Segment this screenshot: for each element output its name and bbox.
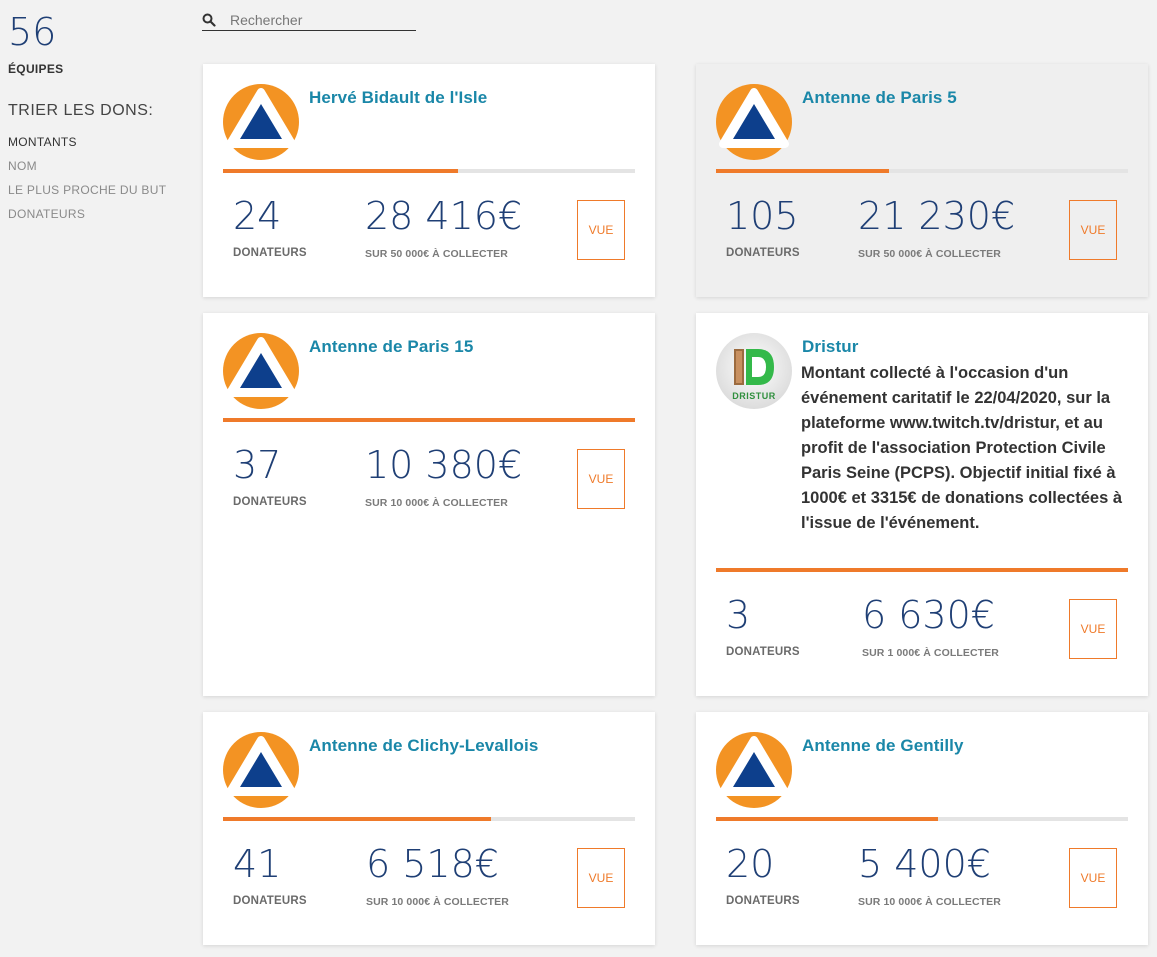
progress-fill bbox=[223, 817, 491, 821]
team-card: Hervé Bidault de l'Isle 24 DONATEURS 28 … bbox=[203, 64, 655, 297]
progress-bar bbox=[716, 817, 1128, 821]
view-button[interactable]: VUE bbox=[1069, 599, 1117, 659]
team-count: 56 bbox=[8, 10, 57, 54]
donor-count: 105 bbox=[726, 194, 799, 238]
goal-text: SUR 50 000€ À COLLECTER bbox=[365, 248, 508, 260]
donor-label: DONATEURS bbox=[233, 247, 307, 259]
team-card: Antenne de Gentilly 20 DONATEURS 5 400€ … bbox=[696, 712, 1148, 945]
progress-bar bbox=[716, 169, 1128, 173]
view-button[interactable]: VUE bbox=[577, 848, 625, 908]
progress-bar bbox=[223, 817, 635, 821]
progress-bar bbox=[223, 418, 635, 422]
protection-civile-logo-icon bbox=[223, 84, 299, 160]
goal-text: SUR 50 000€ À COLLECTER bbox=[858, 248, 1001, 260]
donor-count: 3 bbox=[726, 593, 751, 637]
amount-collected: 10 380€ bbox=[365, 443, 523, 487]
donor-count: 41 bbox=[233, 842, 282, 886]
protection-civile-logo-icon bbox=[716, 732, 792, 808]
progress-bar bbox=[223, 169, 635, 173]
team-card: DRISTUR Dristur Montant collecté à l'occ… bbox=[696, 313, 1148, 696]
team-count-label: ÉQUIPES bbox=[8, 62, 64, 76]
progress-fill bbox=[223, 169, 458, 173]
view-button[interactable]: VUE bbox=[577, 200, 625, 260]
sort-title: TRIER LES DONS: bbox=[8, 102, 154, 119]
sidebar: 56 ÉQUIPES TRIER LES DONS: MONTANTS NOM … bbox=[8, 10, 188, 226]
progress-fill bbox=[716, 568, 1128, 572]
sort-option-donateurs[interactable]: DONATEURS bbox=[8, 202, 188, 226]
team-card: Antenne de Clichy-Levallois 41 DONATEURS… bbox=[203, 712, 655, 945]
team-card: Antenne de Paris 5 105 DONATEURS 21 230€… bbox=[696, 64, 1148, 297]
sort-options: MONTANTS NOM LE PLUS PROCHE DU BUT DONAT… bbox=[8, 130, 188, 226]
team-card: Antenne de Paris 15 37 DONATEURS 10 380€… bbox=[203, 313, 655, 696]
progress-bar bbox=[716, 568, 1128, 572]
sort-option-montants[interactable]: MONTANTS bbox=[8, 130, 188, 154]
search-icon bbox=[202, 13, 216, 27]
donor-count: 20 bbox=[726, 842, 775, 886]
search-bar bbox=[202, 10, 416, 31]
card-title[interactable]: Antenne de Clichy-Levallois bbox=[309, 736, 538, 756]
card-description: Montant collecté à l'occasion d'un événe… bbox=[801, 364, 1123, 532]
sort-option-closest-goal[interactable]: LE PLUS PROCHE DU BUT bbox=[8, 178, 188, 202]
view-button[interactable]: VUE bbox=[577, 449, 625, 509]
protection-civile-logo-icon bbox=[223, 333, 299, 409]
amount-collected: 6 630€ bbox=[862, 593, 995, 637]
amount-collected: 28 416€ bbox=[365, 194, 523, 238]
progress-fill bbox=[716, 817, 939, 821]
goal-text: SUR 10 000€ À COLLECTER bbox=[365, 497, 508, 509]
progress-fill bbox=[223, 418, 635, 422]
donor-label: DONATEURS bbox=[233, 496, 307, 508]
goal-text: SUR 1 000€ À COLLECTER bbox=[862, 647, 999, 659]
protection-civile-logo-icon bbox=[716, 84, 792, 160]
amount-collected: 5 400€ bbox=[858, 842, 991, 886]
card-title[interactable]: Antenne de Paris 5 bbox=[802, 88, 957, 108]
donor-label: DONATEURS bbox=[726, 247, 800, 259]
search-input[interactable] bbox=[230, 10, 416, 30]
donor-label: DONATEURS bbox=[726, 646, 800, 658]
donor-label: DONATEURS bbox=[726, 895, 800, 907]
view-button[interactable]: VUE bbox=[1069, 200, 1117, 260]
dristur-logo-text: DRISTUR bbox=[732, 391, 776, 401]
progress-fill bbox=[716, 169, 890, 173]
donor-label: DONATEURS bbox=[233, 895, 307, 907]
card-title[interactable]: Antenne de Gentilly bbox=[802, 736, 964, 756]
sort-option-nom[interactable]: NOM bbox=[8, 154, 188, 178]
protection-civile-logo-icon bbox=[223, 732, 299, 808]
donor-count: 24 bbox=[233, 194, 282, 238]
card-title[interactable]: Hervé Bidault de l'Isle bbox=[309, 88, 487, 108]
goal-text: SUR 10 000€ À COLLECTER bbox=[366, 896, 509, 908]
donor-count: 37 bbox=[233, 443, 282, 487]
amount-collected: 6 518€ bbox=[366, 842, 499, 886]
goal-text: SUR 10 000€ À COLLECTER bbox=[858, 896, 1001, 908]
view-button[interactable]: VUE bbox=[1069, 848, 1117, 908]
amount-collected: 21 230€ bbox=[858, 194, 1016, 238]
card-title[interactable]: Antenne de Paris 15 bbox=[309, 337, 473, 357]
card-title[interactable]: Dristur bbox=[802, 337, 858, 357]
